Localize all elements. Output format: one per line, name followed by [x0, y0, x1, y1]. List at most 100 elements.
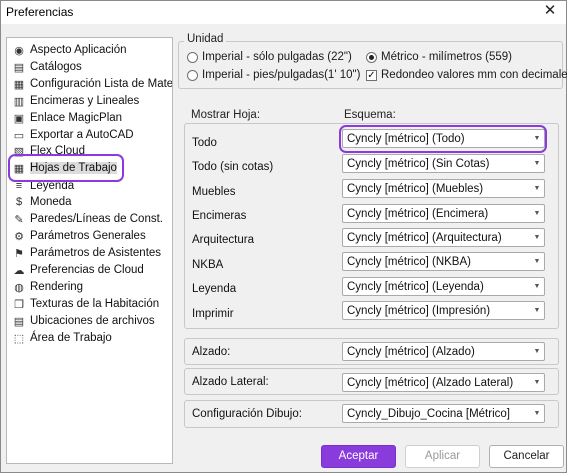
- nav-item-parametros-asistentes[interactable]: ⚑ Parámetros de Asistentes: [11, 245, 161, 261]
- nav-item-label: Flex Cloud: [30, 145, 85, 157]
- side-elevation-select[interactable]: Cyncly [métrico] (Alzado Lateral) ▼: [342, 373, 545, 392]
- nav-item-lista-materiales[interactable]: ▦ Configuración Lista de Materia: [11, 76, 173, 92]
- nav-item-label: Preferencias de Cloud: [30, 264, 144, 276]
- nav-item-leyenda[interactable]: ≡ Leyenda: [11, 178, 74, 194]
- cube-icon: ❒: [14, 298, 24, 311]
- scheme-select-nkba[interactable]: Cyncly [métrico] (NKBA) ▼: [342, 252, 545, 271]
- countertop-icon: ▥: [13, 95, 25, 108]
- radio-button[interactable]: [187, 51, 198, 63]
- nav-item-encimeras[interactable]: ▥ Encimeras y Lineales: [11, 93, 140, 109]
- scheme-header: Esquema:: [344, 109, 396, 121]
- nav-item-area-trabajo[interactable]: ⬚ Área de Trabajo: [11, 330, 112, 346]
- elevation-select[interactable]: Cyncly [métrico] (Alzado) ▼: [342, 342, 545, 361]
- scheme-select-imprimir[interactable]: Cyncly [métrico] (Impresión) ▼: [342, 301, 545, 320]
- select-value: Cyncly [métrico] (Alzado Lateral): [347, 376, 514, 389]
- radio-button[interactable]: [187, 69, 198, 81]
- nav-item-label: Parámetros de Asistentes: [30, 247, 162, 259]
- nav-item-autocad[interactable]: ▭ Exportar a AutoCAD: [11, 127, 134, 143]
- sheet-label-imprimir: Imprimir: [192, 308, 234, 320]
- scheme-select-arquitectura[interactable]: Cyncly [métrico] (Arquitectura) ▼: [342, 228, 545, 247]
- nav-item-parametros-generales[interactable]: ⚙ Parámetros Generales: [11, 228, 146, 244]
- checkbox-round-mm[interactable]: ✓ Redondeo valores mm con decimales: [366, 69, 567, 81]
- nav-item-label: Parámetros Generales: [30, 230, 146, 242]
- nav-item-paredes[interactable]: ✎ Paredes/Líneas de Const.: [11, 211, 163, 227]
- chevron-down-icon: ▼: [533, 348, 541, 355]
- nav-item-flex-cloud[interactable]: ▧ Flex Cloud: [11, 143, 85, 159]
- cancel-button[interactable]: Cancelar: [489, 445, 564, 468]
- checkbox[interactable]: ✓: [366, 69, 377, 81]
- sheet-label-nkba: NKBA: [192, 259, 224, 271]
- window-title: Preferencias: [6, 5, 74, 19]
- cloud-icon: ☁: [13, 264, 25, 277]
- accept-button[interactable]: Aceptar: [321, 445, 396, 468]
- select-value: Cyncly [métrico] (Alzado): [347, 345, 475, 358]
- close-icon[interactable]: ✕: [542, 3, 558, 19]
- nav-item-label: Moneda: [30, 196, 72, 208]
- units-group: [178, 41, 563, 89]
- sheet-label-todo: Todo: [192, 137, 217, 149]
- radio-label: Imperial - pies/pulgadas(1' 10"): [202, 69, 361, 81]
- nav-item-label: Área de Trabajo: [30, 332, 112, 344]
- drawing-config-label: Configuración Dibujo:: [192, 408, 302, 420]
- nav-item-magicplan[interactable]: ▣ Enlace MagicPlan: [11, 110, 122, 126]
- radio-label: Imperial - sólo pulgadas (22"): [202, 51, 352, 63]
- preferences-nav: ◉ Aspecto Aplicación ▤ Catálogos ▦ Configur…: [6, 37, 173, 464]
- nav-item-rendering[interactable]: ◍ Rendering: [11, 279, 83, 295]
- nav-item-label: Configuración Lista de Materia: [30, 78, 173, 90]
- select-value: Cyncly_Dibujo_Cocina [Métrico]: [347, 407, 510, 420]
- scheme-select-leyenda[interactable]: Cyncly [métrico] (Leyenda) ▼: [342, 277, 545, 296]
- nav-item-label: Encimeras y Lineales: [30, 95, 140, 107]
- nav-item-moneda[interactable]: $ Moneda: [11, 194, 72, 210]
- list-icon: ▦: [13, 78, 25, 91]
- scheme-select-sin-cotas[interactable]: Cyncly [métrico] (Sin Cotas) ▼: [342, 154, 545, 173]
- nav-item-label: Hojas de Trabajo: [30, 162, 117, 174]
- radio-button[interactable]: [366, 51, 377, 63]
- legend-icon: ≡: [15, 180, 23, 192]
- chevron-down-icon: ▼: [533, 379, 541, 386]
- nav-item-cloud[interactable]: ☁ Preferencias de Cloud: [11, 262, 144, 278]
- scheme-select-muebles[interactable]: Cyncly [métrico] (Muebles) ▼: [342, 179, 545, 198]
- radio-imperial-feet[interactable]: Imperial - pies/pulgadas(1' 10"): [187, 69, 360, 81]
- radio-imperial-inches[interactable]: Imperial - sólo pulgadas (22"): [187, 51, 352, 63]
- radio-label: Métrico - milímetros (559): [381, 51, 512, 63]
- nav-item-aspecto[interactable]: ◉ Aspecto Aplicación: [11, 42, 127, 58]
- select-value: Cyncly [métrico] (Impresión): [347, 304, 491, 317]
- catalog-icon: ▤: [13, 61, 25, 74]
- flex-icon: ▧: [13, 145, 25, 158]
- gear-icon: ⚙: [14, 230, 24, 243]
- scheme-select-encimeras[interactable]: Cyncly [métrico] (Encimera) ▼: [342, 204, 545, 223]
- eye-icon: ◉: [14, 44, 24, 57]
- chevron-down-icon: ▼: [533, 210, 541, 217]
- nav-item-label: Aspecto Aplicación: [30, 44, 127, 56]
- nav-item-hojas-trabajo[interactable]: ▦ Hojas de Trabajo: [11, 160, 117, 176]
- nav-item-label: Exportar a AutoCAD: [30, 129, 134, 141]
- title-bar: Preferencias ✕: [1, 1, 566, 24]
- nav-item-ubicaciones[interactable]: ▤ Ubicaciones de archivos: [11, 313, 155, 329]
- export-icon: ▭: [13, 129, 25, 142]
- drawing-config-select[interactable]: Cyncly_Dibujo_Cocina [Métrico] ▼: [342, 404, 545, 423]
- sheet-label-sin-cotas: Todo (sin cotas): [192, 161, 274, 173]
- chevron-down-icon: ▼: [533, 283, 541, 290]
- chevron-down-icon: ▼: [533, 234, 541, 241]
- elevation-label: Alzado:: [192, 346, 231, 358]
- briefcase-icon: ▣: [13, 112, 25, 125]
- select-value: Cyncly [métrico] (Encimera): [347, 207, 489, 220]
- apply-button[interactable]: Aplicar: [405, 445, 480, 468]
- nav-item-label: Rendering: [30, 281, 84, 293]
- workspace-icon: ⬚: [13, 332, 25, 345]
- flag-icon: ⚑: [14, 247, 24, 260]
- select-value: Cyncly [métrico] (Muebles): [347, 182, 484, 195]
- chevron-down-icon: ▼: [533, 410, 541, 417]
- chevron-down-icon: ▼: [533, 258, 541, 265]
- worksheet-icon: ▦: [13, 162, 25, 175]
- nav-item-label: Catálogos: [30, 61, 82, 73]
- scheme-select-todo[interactable]: Cyncly [métrico] (Todo) ▼: [342, 129, 545, 148]
- nav-item-catalogos[interactable]: ▤ Catálogos: [11, 59, 82, 75]
- nav-item-texturas[interactable]: ❒ Texturas de la Habitación: [11, 296, 159, 312]
- select-value: Cyncly [métrico] (NKBA): [347, 255, 471, 268]
- sheet-label-arquitectura: Arquitectura: [192, 234, 255, 246]
- folder-icon: ▤: [13, 315, 25, 328]
- radio-metric-mm[interactable]: Métrico - milímetros (559): [366, 51, 512, 63]
- select-value: Cyncly [métrico] (Arquitectura): [347, 231, 502, 244]
- nav-item-label: Ubicaciones de archivos: [30, 315, 155, 327]
